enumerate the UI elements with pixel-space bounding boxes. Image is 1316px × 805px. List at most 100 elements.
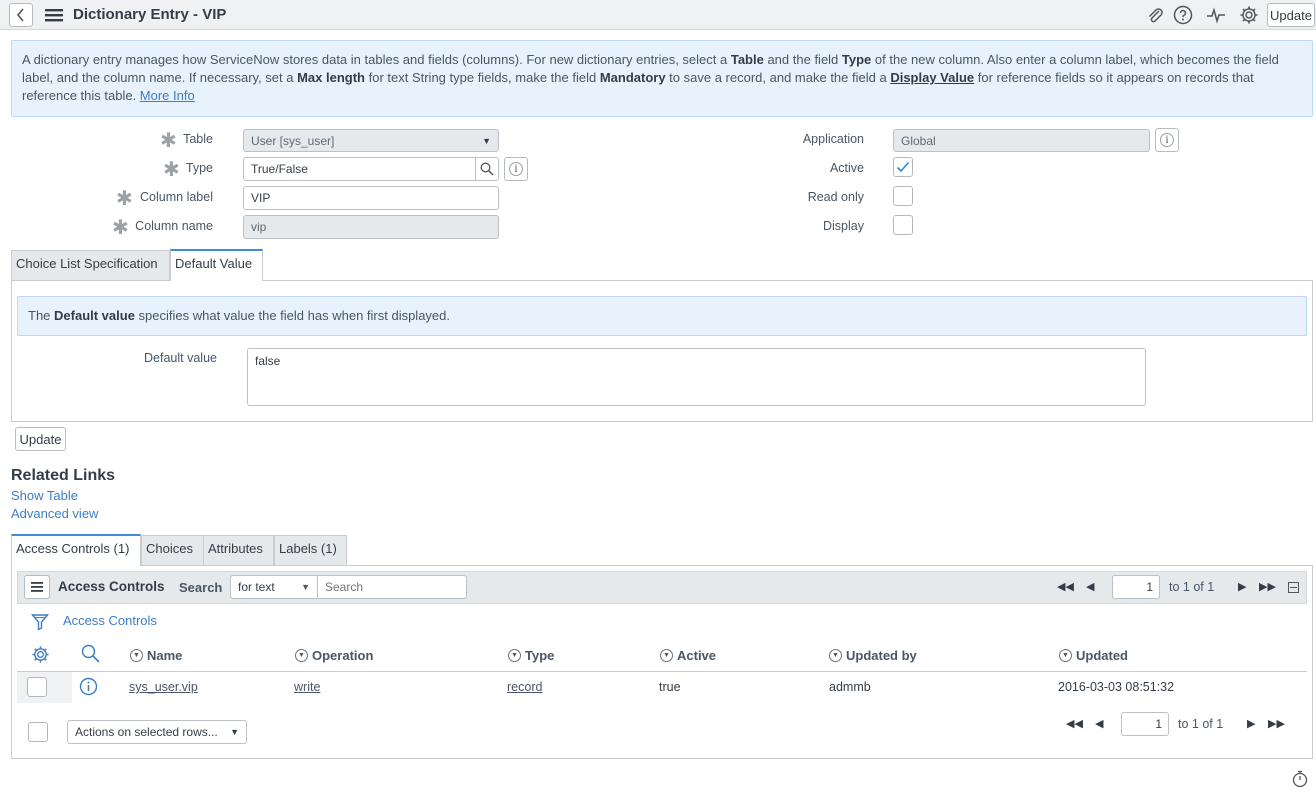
column-header-type[interactable]: ▼ Type bbox=[508, 648, 554, 663]
previous-page-button[interactable]: ◀ bbox=[1086, 580, 1094, 593]
column-menu-icon: ▼ bbox=[1059, 649, 1072, 662]
last-page-button-bottom[interactable]: ▶▶ bbox=[1268, 717, 1285, 730]
active-checkbox[interactable] bbox=[893, 157, 913, 177]
column-header-active[interactable]: ▼ Active bbox=[660, 648, 716, 663]
tab-attributes[interactable]: Attributes bbox=[203, 535, 274, 566]
column-menu-icon: ▼ bbox=[130, 649, 143, 662]
type-input[interactable]: True/False bbox=[243, 157, 476, 181]
intro-text-part: and the field bbox=[763, 52, 842, 67]
activity-button[interactable] bbox=[1205, 4, 1227, 26]
column-menu-icon: ▼ bbox=[660, 649, 673, 662]
intro-text-part: for text String type fields, make the fi… bbox=[364, 70, 600, 85]
default-value-label: Default value bbox=[144, 351, 217, 365]
row-checkbox[interactable] bbox=[27, 677, 47, 697]
table-select-value: User [sys_user] bbox=[251, 133, 335, 148]
search-input[interactable] bbox=[317, 575, 467, 599]
first-page-button[interactable]: ◀◀ bbox=[1057, 580, 1074, 593]
activity-icon bbox=[1207, 7, 1225, 24]
application-info-button[interactable]: i bbox=[1155, 128, 1179, 152]
more-info-link[interactable]: More Info bbox=[140, 88, 195, 103]
dropdown-arrow-icon: ▼ bbox=[301, 582, 310, 592]
application-input: Global bbox=[893, 129, 1150, 152]
list-search-icon[interactable] bbox=[81, 644, 100, 663]
tab-choices[interactable]: Choices bbox=[141, 535, 204, 566]
settings-button[interactable] bbox=[1238, 4, 1260, 26]
filter-icon[interactable] bbox=[31, 613, 49, 631]
type-info-button[interactable]: i bbox=[504, 157, 528, 181]
gear-icon bbox=[1240, 6, 1258, 24]
column-header-operation[interactable]: ▼ Operation bbox=[295, 648, 373, 663]
page-input[interactable]: 1 bbox=[1112, 575, 1160, 599]
column-label-input[interactable]: VIP bbox=[243, 186, 499, 210]
form-header: Dictionary Entry - VIP Update bbox=[0, 0, 1316, 30]
tab-default-value[interactable]: Default Value bbox=[170, 249, 263, 281]
actions-select[interactable]: Actions on selected rows... ▼ bbox=[67, 720, 247, 744]
update-button[interactable]: Update bbox=[15, 427, 66, 451]
search-field-select[interactable]: for text ▼ bbox=[230, 575, 318, 599]
column-menu-icon: ▼ bbox=[508, 649, 521, 662]
read-only-checkbox[interactable] bbox=[893, 186, 913, 206]
advanced-view-link[interactable]: Advanced view bbox=[11, 506, 98, 521]
default-value-textarea[interactable]: false bbox=[247, 348, 1146, 406]
row-type-link[interactable]: record bbox=[507, 680, 542, 694]
help-button[interactable] bbox=[1172, 4, 1194, 26]
paperclip-icon bbox=[1148, 8, 1163, 23]
list-menu-button[interactable] bbox=[24, 575, 50, 599]
table-label: Table bbox=[183, 132, 213, 146]
tab-joint bbox=[171, 279, 262, 282]
table-select[interactable]: User [sys_user] ▼ bbox=[243, 129, 499, 152]
first-page-button-bottom[interactable]: ◀◀ bbox=[1066, 717, 1083, 730]
collapse-list-button[interactable] bbox=[1288, 582, 1299, 593]
next-page-button-bottom[interactable]: ▶ bbox=[1247, 717, 1255, 730]
column-header-label: Type bbox=[525, 648, 555, 663]
list-settings-gear-icon[interactable] bbox=[31, 645, 50, 664]
search-icon bbox=[480, 162, 494, 176]
attachment-button[interactable] bbox=[1144, 4, 1166, 26]
row-operation-link[interactable]: write bbox=[294, 680, 320, 694]
row-name-link[interactable]: sys_user.vip bbox=[129, 680, 198, 694]
back-button[interactable] bbox=[9, 3, 33, 27]
select-all-checkbox[interactable] bbox=[28, 722, 48, 742]
back-icon bbox=[16, 8, 24, 22]
note-text-part: The bbox=[28, 308, 55, 323]
column-header-label: Updated bbox=[1076, 648, 1128, 663]
response-time-icon[interactable] bbox=[1292, 770, 1308, 788]
page-input-bottom[interactable]: 1 bbox=[1121, 712, 1169, 736]
type-lookup-button[interactable] bbox=[475, 157, 499, 181]
actions-select-value: Actions on selected rows... bbox=[75, 725, 218, 739]
column-header-label: Updated by bbox=[846, 648, 917, 663]
tab-labels[interactable]: Labels (1) bbox=[274, 535, 347, 566]
column-header-updated[interactable]: ▼ Updated bbox=[1059, 648, 1128, 663]
column-menu-icon: ▼ bbox=[829, 649, 842, 662]
intro-text-part: A dictionary entry manages how ServiceNo… bbox=[22, 52, 731, 67]
menu-button[interactable] bbox=[43, 6, 65, 24]
row-info-icon[interactable] bbox=[79, 677, 98, 696]
intro-text: A dictionary entry manages how ServiceNo… bbox=[22, 51, 1302, 105]
note-text-part: specifies what value the field has when … bbox=[134, 308, 450, 323]
list-title: Access Controls bbox=[58, 579, 165, 594]
row-updated-by-value: admmb bbox=[829, 680, 871, 694]
help-icon bbox=[1173, 5, 1193, 25]
next-page-button[interactable]: ▶ bbox=[1238, 580, 1246, 593]
display-checkbox[interactable] bbox=[893, 215, 913, 235]
default-value-note-box: The Default value specifies what value t… bbox=[17, 296, 1307, 336]
previous-page-button-bottom[interactable]: ◀ bbox=[1095, 717, 1103, 730]
breadcrumb[interactable]: Access Controls bbox=[63, 613, 157, 628]
tab-choice-list-specification[interactable]: Choice List Specification bbox=[11, 250, 170, 281]
display-value-link[interactable]: Display Value bbox=[890, 70, 974, 85]
search-label: Search bbox=[179, 580, 223, 595]
header-update-button[interactable]: Update bbox=[1267, 3, 1315, 27]
last-page-button[interactable]: ▶▶ bbox=[1259, 580, 1276, 593]
column-name-input: vip bbox=[243, 215, 499, 239]
show-table-link[interactable]: Show Table bbox=[11, 488, 78, 503]
column-header-label: Operation bbox=[312, 648, 374, 663]
column-header-name[interactable]: ▼ Name bbox=[130, 648, 182, 663]
row-active-value: true bbox=[659, 680, 681, 694]
minus-icon bbox=[1290, 587, 1297, 588]
read-only-label: Read only bbox=[807, 190, 864, 204]
column-header-updated-by[interactable]: ▼ Updated by bbox=[829, 648, 917, 663]
tab-access-controls[interactable]: Access Controls (1) bbox=[11, 534, 141, 566]
page-title: Dictionary Entry - VIP bbox=[73, 6, 227, 23]
header-divider bbox=[17, 671, 1307, 672]
column-label-label: Column label bbox=[140, 190, 213, 204]
